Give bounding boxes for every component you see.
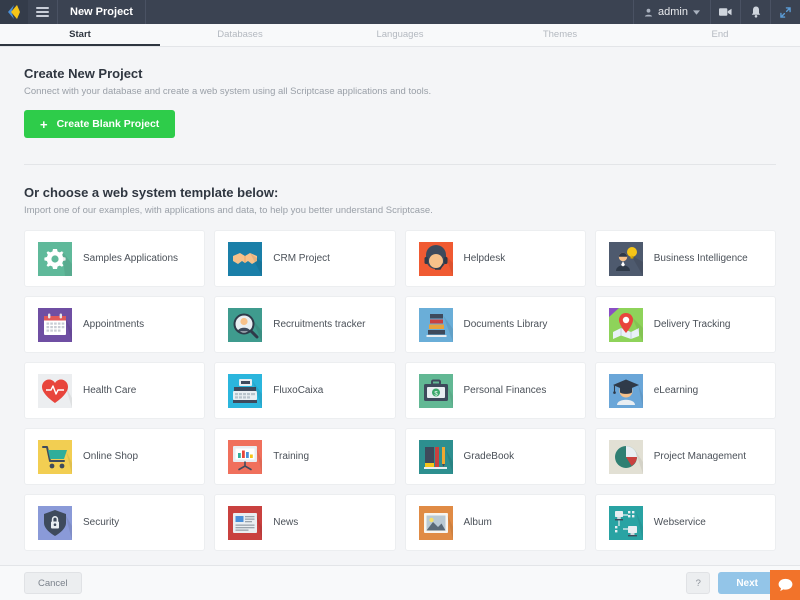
template-label: Documents Library xyxy=(464,319,548,330)
template-label: GradeBook xyxy=(464,451,515,462)
template-card[interactable]: Health Care xyxy=(24,362,205,419)
templates-subtitle: Import one of our examples, with applica… xyxy=(24,205,776,216)
tab-end[interactable]: End xyxy=(640,24,800,46)
pie-chart-icon xyxy=(609,440,643,474)
template-label: CRM Project xyxy=(273,253,330,264)
template-label: Health Care xyxy=(83,385,136,396)
template-label: Project Management xyxy=(654,451,746,462)
cash-register-icon xyxy=(228,374,262,408)
tab-languages[interactable]: Languages xyxy=(320,24,480,46)
tab-themes[interactable]: Themes xyxy=(480,24,640,46)
template-card[interactable]: Samples Applications xyxy=(24,230,205,287)
template-card[interactable]: Business Intelligence xyxy=(595,230,776,287)
template-label: Appointments xyxy=(83,319,144,330)
template-card[interactable]: eLearning xyxy=(595,362,776,419)
template-card[interactable]: Helpdesk xyxy=(405,230,586,287)
create-project-subtitle: Connect with your database and create a … xyxy=(24,86,776,97)
template-label: eLearning xyxy=(654,385,698,396)
heart-pulse-icon xyxy=(38,374,72,408)
main-content: Create New Project Connect with your dat… xyxy=(0,47,800,565)
shopping-cart-icon xyxy=(38,440,72,474)
headset-support-icon xyxy=(419,242,453,276)
template-label: Delivery Tracking xyxy=(654,319,731,330)
money-briefcase-icon: $ xyxy=(419,374,453,408)
user-icon xyxy=(644,8,653,17)
footer-bar: Cancel ? Next xyxy=(0,565,800,600)
chat-bubble-icon[interactable] xyxy=(770,570,800,600)
template-card[interactable]: Security xyxy=(24,494,205,551)
top-bar-spacer xyxy=(146,0,633,24)
template-card[interactable]: Appointments xyxy=(24,296,205,353)
bell-icon[interactable] xyxy=(740,0,770,24)
template-card[interactable]: FluxoCaixa xyxy=(214,362,395,419)
template-label: Online Shop xyxy=(83,451,138,462)
user-name-label: admin xyxy=(658,6,688,18)
project-name-label[interactable]: New Project xyxy=(58,0,146,24)
plus-icon: + xyxy=(40,118,48,131)
create-blank-project-label: Create Blank Project xyxy=(57,118,160,130)
top-bar-actions: admin xyxy=(633,0,800,24)
gear-icon xyxy=(38,242,72,276)
template-card[interactable]: Webservice xyxy=(595,494,776,551)
template-card[interactable]: Documents Library xyxy=(405,296,586,353)
photo-icon xyxy=(419,506,453,540)
template-label: News xyxy=(273,517,298,528)
newspaper-icon xyxy=(228,506,262,540)
hamburger-menu-icon[interactable] xyxy=(28,0,58,24)
books-icon xyxy=(419,308,453,342)
cancel-button[interactable]: Cancel xyxy=(24,572,82,594)
template-card[interactable]: GradeBook xyxy=(405,428,586,485)
tab-start[interactable]: Start xyxy=(0,24,160,46)
video-camera-icon[interactable] xyxy=(710,0,740,24)
expand-arrows-icon[interactable] xyxy=(770,0,800,24)
template-card[interactable]: Online Shop xyxy=(24,428,205,485)
notebook-pencil-icon xyxy=(419,440,453,474)
idea-person-icon xyxy=(609,242,643,276)
template-label: FluxoCaixa xyxy=(273,385,323,396)
template-card[interactable]: Delivery Tracking xyxy=(595,296,776,353)
template-label: Training xyxy=(273,451,309,462)
next-button[interactable]: Next xyxy=(718,572,776,594)
template-label: Album xyxy=(464,517,492,528)
template-card[interactable]: CRM Project xyxy=(214,230,395,287)
person-search-icon xyxy=(228,308,262,342)
template-card[interactable]: Recruitments tracker xyxy=(214,296,395,353)
top-bar: New Project admin xyxy=(0,0,800,24)
template-card[interactable]: $ Personal Finances xyxy=(405,362,586,419)
template-label: Business Intelligence xyxy=(654,253,748,264)
template-card[interactable]: Album xyxy=(405,494,586,551)
templates-title: Or choose a web system template below: xyxy=(24,185,776,200)
help-button[interactable]: ? xyxy=(686,572,710,594)
template-grid: Samples Applications CRM Project xyxy=(24,230,776,551)
presentation-icon xyxy=(228,440,262,474)
tab-databases[interactable]: Databases xyxy=(160,24,320,46)
wizard-tabs: Start Databases Languages Themes End xyxy=(0,24,800,47)
template-card[interactable]: Project Management xyxy=(595,428,776,485)
create-blank-project-button[interactable]: + Create Blank Project xyxy=(24,110,175,138)
template-label: Security xyxy=(83,517,119,528)
network-icon xyxy=(609,506,643,540)
create-project-title: Create New Project xyxy=(24,66,776,81)
handshake-icon xyxy=(228,242,262,276)
template-label: Helpdesk xyxy=(464,253,506,264)
template-label: Recruitments tracker xyxy=(273,319,365,330)
map-pin-icon xyxy=(609,308,643,342)
template-card[interactable]: Training xyxy=(214,428,395,485)
template-label: Webservice xyxy=(654,517,706,528)
template-label: Samples Applications xyxy=(83,253,178,264)
template-label: Personal Finances xyxy=(464,385,547,396)
template-card[interactable]: News xyxy=(214,494,395,551)
graduation-cap-icon xyxy=(609,374,643,408)
shield-lock-icon xyxy=(38,506,72,540)
chevron-down-icon xyxy=(693,10,700,15)
scriptcase-logo-icon[interactable] xyxy=(0,0,28,24)
user-menu[interactable]: admin xyxy=(633,0,710,24)
section-divider xyxy=(24,164,776,165)
calendar-icon xyxy=(38,308,72,342)
